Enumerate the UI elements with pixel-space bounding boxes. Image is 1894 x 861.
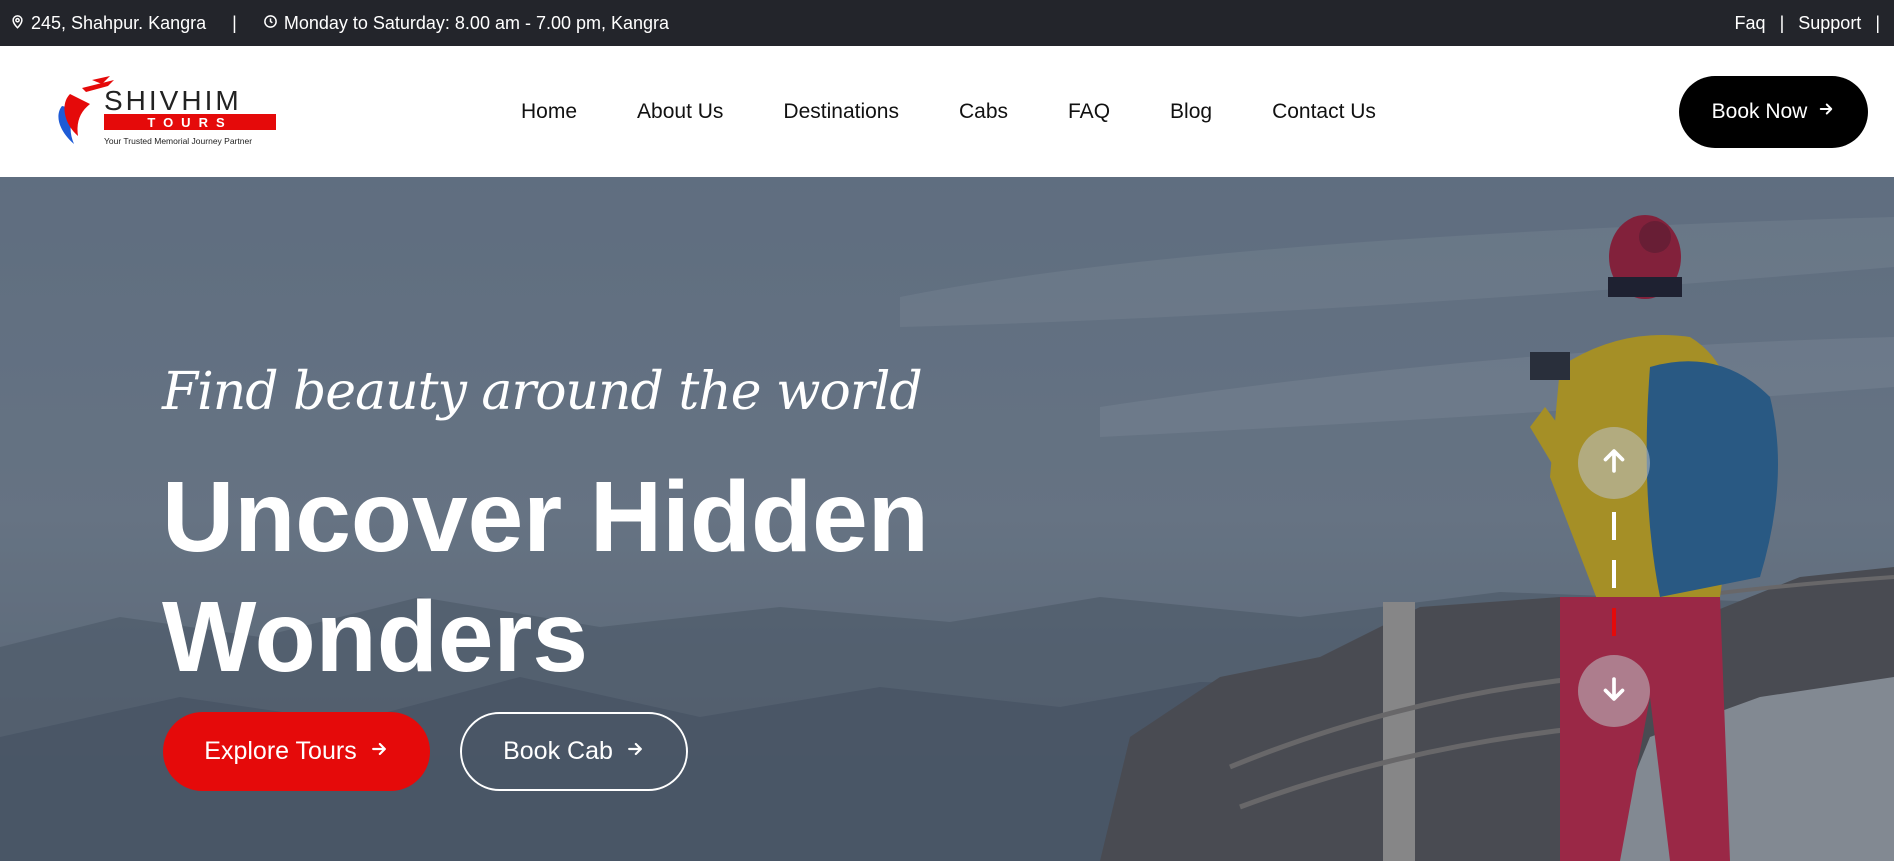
- explore-tours-label: Explore Tours: [204, 737, 357, 765]
- nav-cabs[interactable]: Cabs: [959, 100, 1008, 124]
- address-text: 245, Shahpur. Kangra: [31, 12, 207, 33]
- slider-progress-track: [1612, 512, 1616, 636]
- arrow-right-icon: [625, 737, 645, 766]
- clock-icon: [263, 13, 278, 34]
- book-cab-button[interactable]: Book Cab: [460, 712, 688, 791]
- logo-mark: SHIVHIM TOURS Your Trusted Memorial Jour…: [58, 76, 276, 146]
- brand-tagline: Your Trusted Memorial Journey Partner: [104, 136, 252, 146]
- hero-headline-line-2: Wonders: [162, 581, 588, 693]
- topbar-separator: |: [1779, 12, 1785, 33]
- book-now-button[interactable]: Book Now: [1679, 76, 1868, 148]
- map-pin-icon: [10, 13, 25, 34]
- contact-info: 245, Shahpur. Kangra | Monday to Saturda…: [10, 13, 669, 34]
- top-info-bar: 245, Shahpur. Kangra | Monday to Saturda…: [0, 0, 1894, 46]
- arrow-up-icon: [1597, 444, 1631, 483]
- nav-home[interactable]: Home: [521, 100, 577, 124]
- arrow-right-icon: [1817, 100, 1835, 124]
- arrow-down-icon: [1597, 672, 1631, 711]
- hero-section: Find beauty around the world Uncover Hid…: [0, 177, 1894, 861]
- nav-destinations[interactable]: Destinations: [783, 100, 899, 124]
- slider-next-button[interactable]: [1578, 655, 1650, 727]
- book-now-label: Book Now: [1711, 100, 1808, 123]
- book-cab-label: Book Cab: [503, 737, 613, 765]
- topbar-separator: |: [1875, 12, 1880, 33]
- site-header: SHIVHIM TOURS Your Trusted Memorial Jour…: [0, 46, 1894, 177]
- nav-faq[interactable]: FAQ: [1068, 100, 1110, 124]
- hero-tagline: Find beauty around the world: [162, 362, 923, 422]
- nav-contact-us[interactable]: Contact Us: [1272, 100, 1376, 124]
- hero-headline-line-1: Uncover Hidden: [162, 461, 929, 573]
- brand-name: SHIVHIM: [104, 85, 242, 116]
- topbar-separator: |: [232, 12, 237, 33]
- slider-prev-button[interactable]: [1578, 427, 1650, 499]
- explore-tours-button[interactable]: Explore Tours: [163, 712, 430, 791]
- nav-blog[interactable]: Blog: [1170, 100, 1212, 124]
- support-link[interactable]: Support: [1798, 13, 1861, 34]
- nav-about-us[interactable]: About Us: [637, 100, 723, 124]
- brand-sub: TOURS: [147, 115, 232, 130]
- topbar-links: Faq | Support |: [1735, 13, 1884, 34]
- address-item: 245, Shahpur. Kangra: [10, 13, 206, 34]
- brand-logo[interactable]: SHIVHIM TOURS Your Trusted Memorial Jour…: [52, 74, 278, 150]
- arrow-right-icon: [369, 737, 389, 766]
- hero-headline: Uncover Hidden Wonders: [162, 457, 1062, 697]
- hours-item: Monday to Saturday: 8.00 am - 7.00 pm, K…: [263, 13, 669, 34]
- main-nav: Home About Us Destinations Cabs FAQ Blog…: [521, 46, 1436, 177]
- faq-link[interactable]: Faq: [1735, 13, 1766, 34]
- hours-text: Monday to Saturday: 8.00 am - 7.00 pm, K…: [283, 12, 670, 33]
